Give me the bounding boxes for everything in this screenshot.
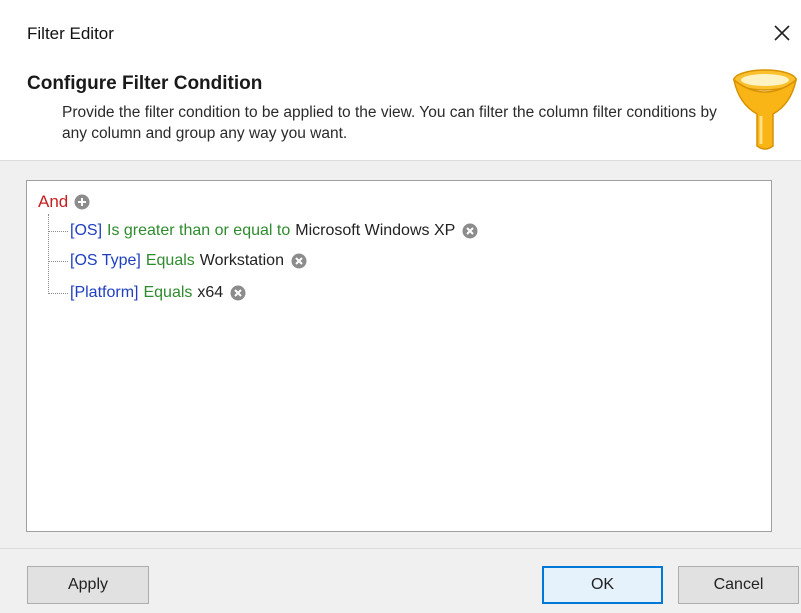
remove-condition-button[interactable] <box>291 253 307 269</box>
title-bar: Filter Editor <box>0 0 801 58</box>
group-operator[interactable]: And <box>38 192 68 212</box>
condition-operator[interactable]: Is greater than or equal to <box>107 222 290 240</box>
condition-row: [Platform] Equals x64 <box>48 281 246 305</box>
plus-circle-icon <box>74 194 90 210</box>
apply-button[interactable]: Apply <box>27 566 149 604</box>
close-button[interactable] <box>767 18 797 48</box>
header-description: Provide the filter condition to be appli… <box>62 104 717 142</box>
condition-operator[interactable]: Equals <box>146 252 195 270</box>
remove-condition-button[interactable] <box>462 223 478 239</box>
cancel-button[interactable]: Cancel <box>678 566 799 604</box>
ok-button[interactable]: OK <box>542 566 663 604</box>
tree-branch-line <box>48 292 68 294</box>
add-condition-button[interactable] <box>74 194 90 210</box>
dialog-header: Configure Filter Condition Provide the f… <box>0 58 801 161</box>
funnel-icon <box>732 69 798 150</box>
header-title: Configure Filter Condition <box>27 73 263 94</box>
condition-operator[interactable]: Equals <box>143 284 192 302</box>
remove-circle-icon <box>230 285 246 301</box>
filter-tree-editor[interactable]: And [OS] Is greater than or equal to Mic… <box>26 180 772 532</box>
dialog-footer: Apply OK Cancel <box>0 548 801 613</box>
condition-value[interactable]: Microsoft Windows XP <box>295 222 455 240</box>
condition-row: [OS] Is greater than or equal to Microso… <box>48 219 478 243</box>
tree-branch-line <box>48 230 68 232</box>
remove-circle-icon <box>462 223 478 239</box>
group-node: And <box>38 191 90 213</box>
remove-circle-icon <box>291 253 307 269</box>
window-title: Filter Editor <box>27 24 114 43</box>
condition-field[interactable]: [OS Type] <box>70 252 141 270</box>
condition-field[interactable]: [Platform] <box>70 284 138 302</box>
filter-editor-dialog: Filter Editor Configure Filter Condition… <box>0 0 801 613</box>
condition-row: [OS Type] Equals Workstation <box>48 249 307 273</box>
condition-field[interactable]: [OS] <box>70 222 102 240</box>
condition-value[interactable]: Workstation <box>200 252 284 270</box>
close-icon <box>774 25 790 41</box>
condition-value[interactable]: x64 <box>197 284 223 302</box>
remove-condition-button[interactable] <box>230 285 246 301</box>
tree-branch-line <box>48 260 68 262</box>
